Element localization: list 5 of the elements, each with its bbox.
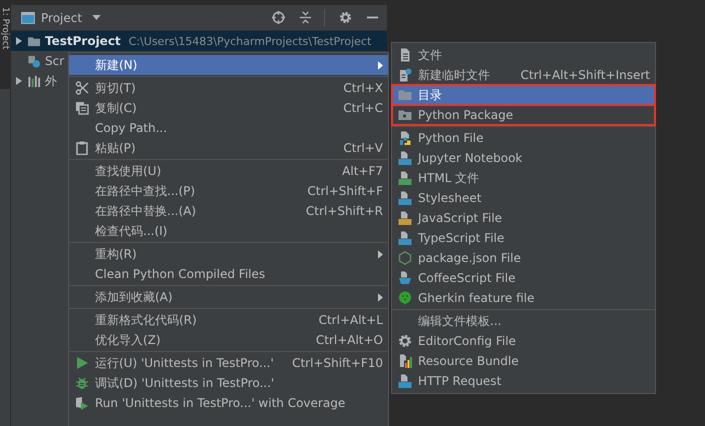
tree-label: 外 bbox=[45, 72, 57, 90]
tree-label: Scr bbox=[45, 54, 64, 68]
tree-label: TestProject bbox=[45, 34, 121, 48]
path-label: C:\Users\15483\PycharmProjects\TestProject bbox=[128, 34, 372, 48]
panel-title: Project bbox=[41, 10, 82, 24]
